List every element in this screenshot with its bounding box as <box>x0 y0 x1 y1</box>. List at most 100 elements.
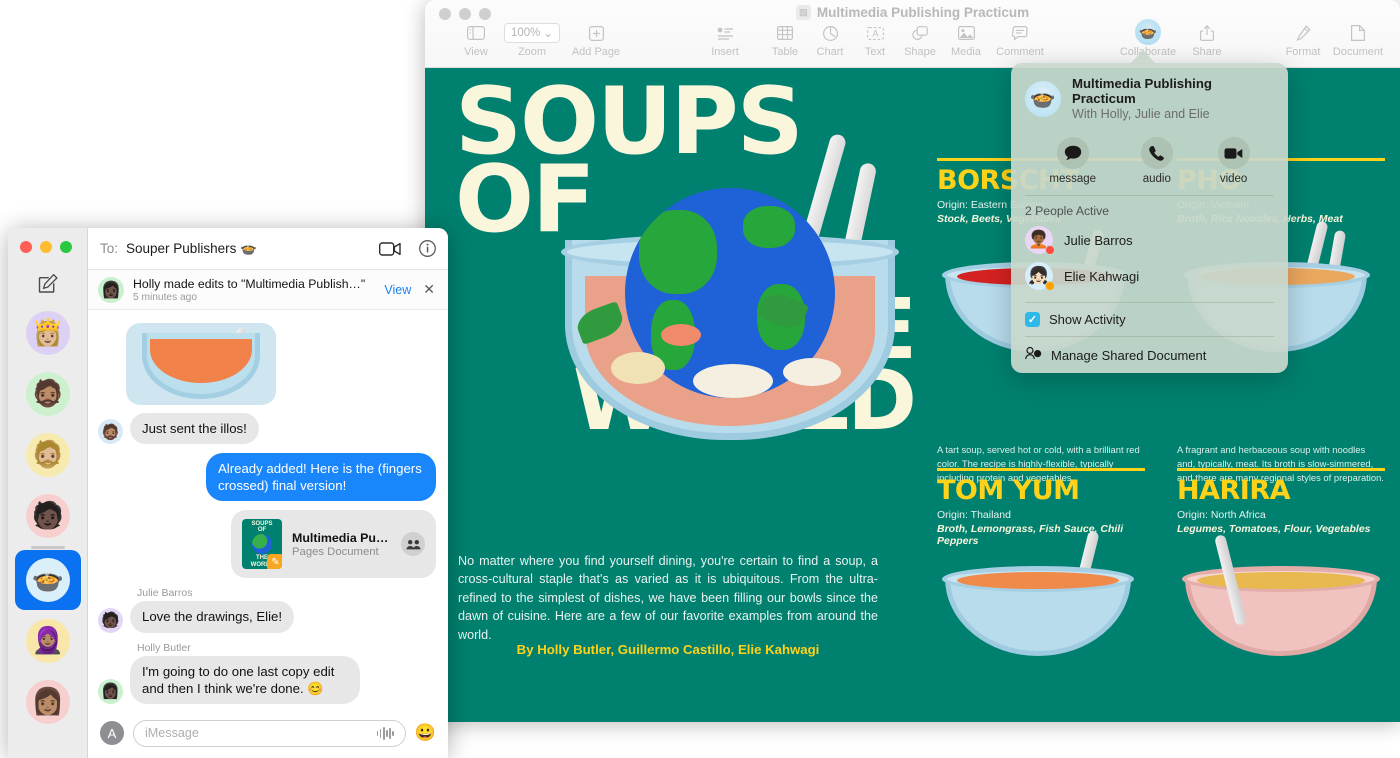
attachment-file-type: Pages Document <box>292 546 391 558</box>
to-value[interactable]: Souper Publishers 🍲 <box>126 241 257 257</box>
recipe-rule <box>1177 468 1385 471</box>
notice-view-button[interactable]: View <box>384 283 411 297</box>
sidebar-avatar-0[interactable]: 👸🏼 <box>8 302 88 363</box>
messages-main-pane: To: Souper Publishers 🍲 👩🏿 Holly made ed… <box>88 228 448 758</box>
manage-shared-document-row[interactable]: Manage Shared Document <box>1011 337 1288 373</box>
memoji-braids-icon: 👧🏻 <box>1025 262 1053 290</box>
toolbar-add-page-label: Add Page <box>561 46 631 58</box>
messages-traffic-lights[interactable] <box>20 241 72 253</box>
sidebar-avatar-3[interactable]: 🧑🏿 <box>8 485 88 546</box>
memoji-glasses-icon: 🧑🏾‍🦱 <box>1025 226 1053 254</box>
manage-shared-label: Manage Shared Document <box>1051 348 1206 363</box>
message-composer: A iMessage 😀 <box>88 708 448 758</box>
messages-window: 👸🏼 🧔🏽 🧔🏼 🧑🏿 🍲 🧕🏽 <box>8 228 448 758</box>
person-row-julie[interactable]: 🧑🏾‍🦱 Julie Barros <box>1011 222 1288 258</box>
message-bubble[interactable]: Just sent the illos! <box>130 413 259 444</box>
message-sender-name: Holly Butler <box>137 642 436 654</box>
toolbar-document[interactable]: Document <box>1323 22 1393 58</box>
soup-bowl-icon: 🍲 <box>1025 81 1061 117</box>
memoji-gold-earrings-icon: 👩🏽 <box>26 680 70 724</box>
show-activity-label: Show Activity <box>1049 312 1126 327</box>
messages-minimize-button[interactable] <box>40 241 52 253</box>
recipe-ingredients: Broth, Lemongrass, Fish Sauce, Chili Pep… <box>937 523 1145 547</box>
message-row-incoming-2: 🧑🏿 Love the drawings, Elie! <box>98 601 436 632</box>
collaborate-popover[interactable]: 🍲 Multimedia Publishing Practicum With H… <box>1011 63 1288 373</box>
memoji-curly-hair-icon: 👩🏿 <box>98 679 123 704</box>
recipe-origin: Origin: North Africa <box>1177 509 1385 521</box>
message-thread[interactable]: 🧔🏽 Just sent the illos! Already added! H… <box>88 311 448 708</box>
popover-arrow <box>1130 50 1156 64</box>
sidebar-avatar-5[interactable]: 🧕🏽 <box>8 610 88 671</box>
emoji-smiley-icon[interactable]: 😀 <box>415 723 436 743</box>
message-row-incoming-1: 🧔🏽 Just sent the illos! <box>98 413 436 444</box>
video-camera-icon[interactable] <box>379 242 401 256</box>
message-sender-name: Julie Barros <box>137 587 436 599</box>
recipe-origin: Origin: Thailand <box>937 509 1145 521</box>
messages-close-button[interactable] <box>20 241 32 253</box>
pages-window-title: ▨ Multimedia Publishing Practicum <box>425 5 1400 20</box>
globe-soup-illustration <box>565 156 895 446</box>
toolbar-share-label: Share <box>1172 46 1242 58</box>
action-message[interactable]: message <box>1049 137 1096 185</box>
activity-notice-banner[interactable]: 👩🏿 Holly made edits to "Multimedia Publi… <box>88 270 448 310</box>
comment-icon <box>985 22 1055 44</box>
selected-conversation-highlight[interactable]: 🍲 <box>15 550 81 610</box>
message-bubble[interactable]: I'm going to do one last copy edit and t… <box>130 656 360 704</box>
status-dot <box>1045 281 1055 291</box>
memoji-beard-icon: 🧔🏽 <box>98 419 123 444</box>
popover-participants: With Holly, Julie and Elie <box>1072 107 1274 121</box>
collaborate-avatar[interactable]: 🍲 <box>1135 19 1161 45</box>
tomato-slice <box>661 324 701 346</box>
sidebar-avatar-selected[interactable]: 🍲 <box>8 549 88 610</box>
people-shared-icon[interactable] <box>401 532 425 556</box>
toolbar-add-page[interactable]: Add Page <box>561 22 631 58</box>
compose-icon[interactable] <box>36 272 60 296</box>
show-activity-row[interactable]: ✓ Show Activity <box>1011 303 1288 336</box>
sidebar-avatar-2[interactable]: 🧔🏼 <box>8 424 88 485</box>
recipe-tom-yum: TOM YUM Origin: Thailand Broth, Lemongra… <box>937 468 1145 722</box>
action-audio[interactable]: audio <box>1141 137 1173 185</box>
memoji-blond-beard-icon: 🧔🏼 <box>26 433 70 477</box>
notice-time: 5 minutes ago <box>133 292 375 303</box>
imessage-input[interactable]: iMessage <box>133 720 406 747</box>
memoji-hijab-icon: 🧕🏽 <box>26 619 70 663</box>
message-bubble[interactable]: Already added! Here is the (fingers cros… <box>206 453 436 501</box>
zoom-dropdown[interactable]: 100% ⌄ <box>504 23 560 43</box>
memoji-purple-glasses-icon: 🧑🏿 <box>26 494 70 538</box>
chicken-slice-2 <box>783 358 841 386</box>
audio-waveform-icon[interactable] <box>377 727 394 740</box>
close-icon[interactable]: ✕ <box>420 281 438 298</box>
attachment-file-name: Multimedia Pub… <box>292 531 391 545</box>
pages-document-thumbnail: SOUPS OF THE WORLD ✎ <box>242 519 282 569</box>
soup-bowl-icon: 🍲 <box>26 558 70 602</box>
info-icon[interactable] <box>419 240 436 257</box>
message-bubble[interactable]: Love the drawings, Elie! <box>130 601 294 632</box>
toolbar-share[interactable]: Share <box>1172 22 1242 58</box>
noodle-swirl <box>611 352 665 384</box>
recipe-ingredients: Legumes, Tomatoes, Flour, Vegetables <box>1177 523 1385 535</box>
messages-zoom-button[interactable] <box>60 241 72 253</box>
phone-icon <box>1141 137 1173 169</box>
share-icon <box>1172 22 1242 44</box>
toolbar-zoom[interactable]: 100% ⌄ Zoom <box>497 22 567 58</box>
app-store-icon[interactable]: A <box>100 721 124 745</box>
popover-actions: message audio video <box>1011 131 1288 195</box>
pages-pencil-icon: ✎ <box>267 554 282 569</box>
action-video[interactable]: video <box>1218 137 1250 185</box>
tom-yum-bowl-illustration <box>945 550 1131 660</box>
sidebar-avatar-1[interactable]: 🧔🏽 <box>8 363 88 424</box>
toolbar-comment[interactable]: Comment <box>985 22 1055 58</box>
soup-photo-attachment[interactable] <box>126 323 276 405</box>
chevron-down-icon: ⌄ <box>543 26 553 40</box>
popover-header: 🍲 Multimedia Publishing Practicum With H… <box>1011 63 1288 131</box>
person-row-elie[interactable]: 👧🏻 Elie Kahwagi <box>1011 258 1288 294</box>
document-attachment[interactable]: SOUPS OF THE WORLD ✎ Multimedia Pub… Pag… <box>231 510 436 578</box>
action-message-label: message <box>1049 173 1096 185</box>
sidebar-avatar-6[interactable]: 👩🏽 <box>8 671 88 732</box>
show-activity-checkbox[interactable]: ✓ <box>1025 312 1040 327</box>
pages-title-text: Multimedia Publishing Practicum <box>817 5 1029 20</box>
add-page-icon <box>561 22 631 44</box>
globe-icon <box>252 534 272 554</box>
person-name: Julie Barros <box>1064 233 1133 248</box>
document-icon <box>1323 22 1393 44</box>
